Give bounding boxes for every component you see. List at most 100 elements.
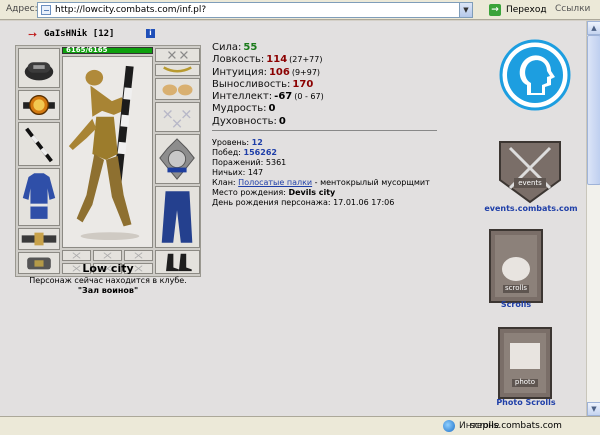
draws-row: Ничьих: 147 xyxy=(212,168,452,178)
earrings-slot[interactable] xyxy=(155,48,200,62)
address-input[interactable]: http://lowcity.combats.com/inf.pl? ▼ xyxy=(37,2,473,18)
bottom-slot-2[interactable] xyxy=(93,250,122,261)
events-link[interactable]: events.combats.com xyxy=(476,204,586,213)
shield-slot[interactable] xyxy=(155,134,200,184)
losses-label: Поражений: xyxy=(212,158,264,167)
birthplace-label: Место рождения: xyxy=(212,188,286,197)
presence-text: Персонаж сейчас находится в клубе. xyxy=(29,276,187,285)
stat-bonus: (9+97) xyxy=(291,67,321,77)
empty-slot-icon xyxy=(103,252,112,259)
stat-label: Духовность: xyxy=(212,115,277,127)
losses-row: Поражений: 5361 xyxy=(212,158,452,168)
draws-label: Ничьих: xyxy=(212,168,246,177)
belt-slot[interactable] xyxy=(18,228,60,250)
stat-row: Интеллект: -67 (0 - 67) xyxy=(212,91,442,103)
clan-row: Клан: Полосатые палки - ментокрылый мусо… xyxy=(212,178,452,188)
scroll-thumb[interactable] xyxy=(587,35,600,185)
page-icon xyxy=(41,5,51,15)
draws-value: 147 xyxy=(247,168,264,177)
photo-scrolls-link[interactable]: Photo Scrolls xyxy=(490,398,562,407)
empty-slot-icon xyxy=(72,252,81,259)
level-label: Уровень: xyxy=(212,138,250,147)
stat-label: Интеллект: xyxy=(212,91,273,103)
stat-row: Ловкость: 114 (27+77) xyxy=(212,54,442,66)
gloves-slot[interactable] xyxy=(155,78,200,100)
stat-row: Мудрость: 0 xyxy=(212,103,442,115)
links-button[interactable]: Ссылки xyxy=(555,4,590,14)
hp-bar: 6165/6165 xyxy=(62,46,153,54)
events-badge-text: events xyxy=(518,179,542,187)
stat-value: 0 xyxy=(278,115,286,127)
page-content: ➙ GaIsHNik [12] i 6165/6165 Low city Пер… xyxy=(0,21,586,416)
scroll-down-icon[interactable]: ▼ xyxy=(587,402,600,416)
necklace-slot[interactable] xyxy=(155,64,200,76)
bottom-slot-1[interactable] xyxy=(62,250,91,261)
city-name: Low city xyxy=(82,262,134,275)
stat-value: 106 xyxy=(268,66,290,78)
events-badge-icon[interactable]: events xyxy=(496,136,564,206)
divider xyxy=(212,130,437,131)
address-bar: Адрес: http://lowcity.combats.com/inf.pl… xyxy=(0,0,600,20)
room-name: "Зал воинов" xyxy=(77,286,139,295)
wins-value[interactable]: 156262 xyxy=(244,148,277,157)
private-arrow-icon[interactable]: ➙ xyxy=(28,28,37,41)
pants-icon xyxy=(161,191,193,243)
character-info: Уровень: 12 Побед: 156262 Поражений: 536… xyxy=(212,138,452,208)
scrolls-badge-text: scrolls xyxy=(504,284,528,292)
amulet-slot[interactable] xyxy=(18,90,60,120)
stat-value: -67 xyxy=(274,91,293,103)
losses-value: 5361 xyxy=(265,158,287,167)
go-button[interactable]: → Переход xyxy=(487,2,547,18)
head-profile-logo[interactable] xyxy=(499,39,571,111)
birthday-value: 17.01.06 17:06 xyxy=(333,198,395,207)
empty-slot-icon xyxy=(134,252,143,259)
scrolls-link[interactable]: Scrolls xyxy=(486,300,546,309)
stat-value: 55 xyxy=(243,42,258,53)
character-avatar xyxy=(62,56,153,248)
address-url[interactable]: http://lowcity.combats.com/inf.pl? xyxy=(55,5,206,15)
status-url: scrolls.combats.com xyxy=(470,421,562,431)
birthday-row: День рождения персонажа: 17.01.06 17:06 xyxy=(212,198,452,208)
stat-label: Мудрость: xyxy=(212,103,267,115)
stat-row: Духовность: 0 xyxy=(212,116,442,128)
crossed-items-icon xyxy=(168,51,188,59)
stat-bonus: (0 - 67) xyxy=(294,92,324,102)
info-icon[interactable]: i xyxy=(146,29,155,38)
scroll-up-icon[interactable]: ▲ xyxy=(587,21,600,35)
stat-value: 170 xyxy=(292,78,314,90)
stat-label: Интуиция: xyxy=(212,66,267,78)
bottom-slot-3[interactable] xyxy=(124,250,153,261)
armor-slot[interactable] xyxy=(18,168,60,226)
status-bar: Интерне scrolls.combats.com xyxy=(0,416,600,435)
character-nick: GaIsHNik [12] xyxy=(44,29,115,39)
baton-icon xyxy=(25,127,53,163)
clan-link[interactable]: Полосатые палки xyxy=(238,178,312,187)
photo-badge-icon[interactable]: photo xyxy=(498,327,552,399)
stats-block: Сила: 55 Ловкость: 114 (27+77) Интуиция: 106… xyxy=(212,42,442,128)
weapon-slot[interactable] xyxy=(18,122,60,166)
vertical-scrollbar[interactable]: ▲ ▼ xyxy=(586,21,600,416)
birthplace-row: Место рождения: Devils city xyxy=(212,188,452,198)
jacket-icon xyxy=(22,173,56,219)
empty-rings-icon xyxy=(163,109,191,128)
stat-bonus: (27+77) xyxy=(289,55,323,65)
helmet-slot[interactable] xyxy=(18,48,60,88)
nick-row: ➙ GaIsHNik [12] i xyxy=(28,28,228,41)
clan-label: Клан: xyxy=(212,178,236,187)
address-dropdown-icon[interactable]: ▼ xyxy=(459,3,472,17)
badge-icon xyxy=(159,138,195,180)
belt-icon xyxy=(21,232,57,246)
droid-figure-image xyxy=(63,58,152,246)
wins-row: Побед: 156262 xyxy=(212,148,452,158)
stat-label: Сила: xyxy=(212,42,242,53)
wins-label: Побед: xyxy=(212,148,241,157)
ring-slots[interactable] xyxy=(155,102,200,132)
pants-slot[interactable] xyxy=(155,186,200,248)
stat-label: Выносливость: xyxy=(212,78,291,90)
stat-value: 0 xyxy=(268,103,276,115)
watch-icon xyxy=(23,94,55,116)
gloves-icon xyxy=(162,84,193,96)
go-label: Переход xyxy=(506,5,547,15)
scrolls-badge-icon[interactable]: scrolls xyxy=(489,229,543,303)
stat-value: 114 xyxy=(266,54,288,66)
